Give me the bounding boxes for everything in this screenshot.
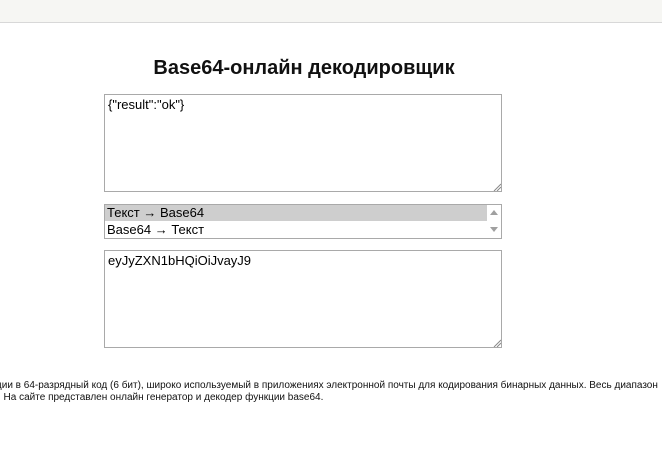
output-textarea[interactable]: eyJyZXN1bHQiOiJvayJ9 bbox=[104, 250, 502, 348]
description-text: ции в 64-разрядный код (6 бит), широко и… bbox=[0, 380, 662, 404]
scroll-up-arrow-icon[interactable] bbox=[490, 210, 498, 215]
mode-option-text-to-base64[interactable]: Текст → Base64 bbox=[105, 205, 489, 221]
output-resize-grip-icon[interactable] bbox=[493, 339, 501, 347]
description-line-1: ции в 64-разрядный код (6 бит), широко и… bbox=[0, 380, 658, 391]
page: Base64-онлайн декодировщик {"result":"ok… bbox=[0, 0, 662, 472]
description-line-2: . На сайте представлен онлайн генератор … bbox=[0, 392, 324, 403]
input-resize-grip-icon[interactable] bbox=[493, 183, 501, 191]
input-textarea[interactable]: {"result":"ok"} bbox=[104, 94, 502, 192]
mode-option-base64-to-text[interactable]: Base64 → Текст bbox=[105, 222, 489, 238]
select-scrollbar[interactable] bbox=[487, 205, 501, 238]
mode-select[interactable]: Текст → Base64 Base64 → Текст bbox=[104, 204, 502, 239]
scroll-down-arrow-icon[interactable] bbox=[490, 227, 498, 232]
top-band bbox=[0, 0, 662, 23]
page-title: Base64-онлайн декодировщик bbox=[153, 57, 455, 79]
